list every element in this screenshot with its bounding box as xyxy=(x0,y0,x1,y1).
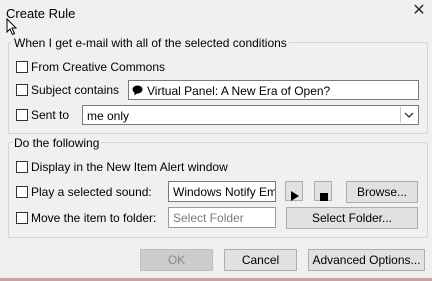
sound-checkbox[interactable] xyxy=(16,186,28,198)
sound-field[interactable]: Windows Notify Em xyxy=(168,181,276,202)
actions-heading: Do the following xyxy=(12,136,102,150)
move-label: Move the item to folder: xyxy=(31,211,157,225)
play-sound-button[interactable] xyxy=(285,181,303,201)
from-label: From Creative Commons xyxy=(31,60,166,74)
sent-to-label: Sent to xyxy=(31,108,70,122)
subject-field[interactable]: Virtual Panel: A New Era of Open? xyxy=(128,80,419,100)
sent-to-checkbox[interactable] xyxy=(16,109,28,121)
from-checkbox[interactable] xyxy=(16,61,28,73)
speech-bubble-icon xyxy=(132,85,143,96)
conditions-heading: When I get e-mail with all of the select… xyxy=(12,36,289,50)
advanced-options-button[interactable]: Advanced Options... xyxy=(308,249,425,271)
chevron-down-icon[interactable] xyxy=(400,107,417,123)
subject-value: Virtual Panel: A New Era of Open? xyxy=(147,84,331,98)
cancel-button[interactable]: Cancel xyxy=(224,249,297,271)
close-icon[interactable]: ✕ xyxy=(410,2,428,20)
move-checkbox[interactable] xyxy=(16,212,28,224)
stop-icon xyxy=(320,187,328,207)
sent-to-select[interactable]: me only xyxy=(82,105,419,125)
select-folder-button[interactable]: Select Folder... xyxy=(286,207,418,229)
play-icon xyxy=(291,187,299,207)
stop-sound-button[interactable] xyxy=(314,181,332,201)
browse-button[interactable]: Browse... xyxy=(346,181,418,203)
alert-label: Display in the New Item Alert window xyxy=(31,160,228,174)
ok-button[interactable]: OK xyxy=(140,249,213,271)
subject-checkbox[interactable] xyxy=(16,84,28,96)
alert-checkbox[interactable] xyxy=(16,161,28,173)
mouse-cursor-icon xyxy=(6,18,18,36)
sent-to-value: me only xyxy=(87,109,130,123)
subject-label: Subject contains xyxy=(31,83,120,97)
sound-value: Windows Notify Em xyxy=(173,185,276,199)
folder-field[interactable]: Select Folder xyxy=(168,207,276,228)
sound-label: Play a selected sound: xyxy=(31,185,152,199)
folder-placeholder: Select Folder xyxy=(173,211,244,225)
